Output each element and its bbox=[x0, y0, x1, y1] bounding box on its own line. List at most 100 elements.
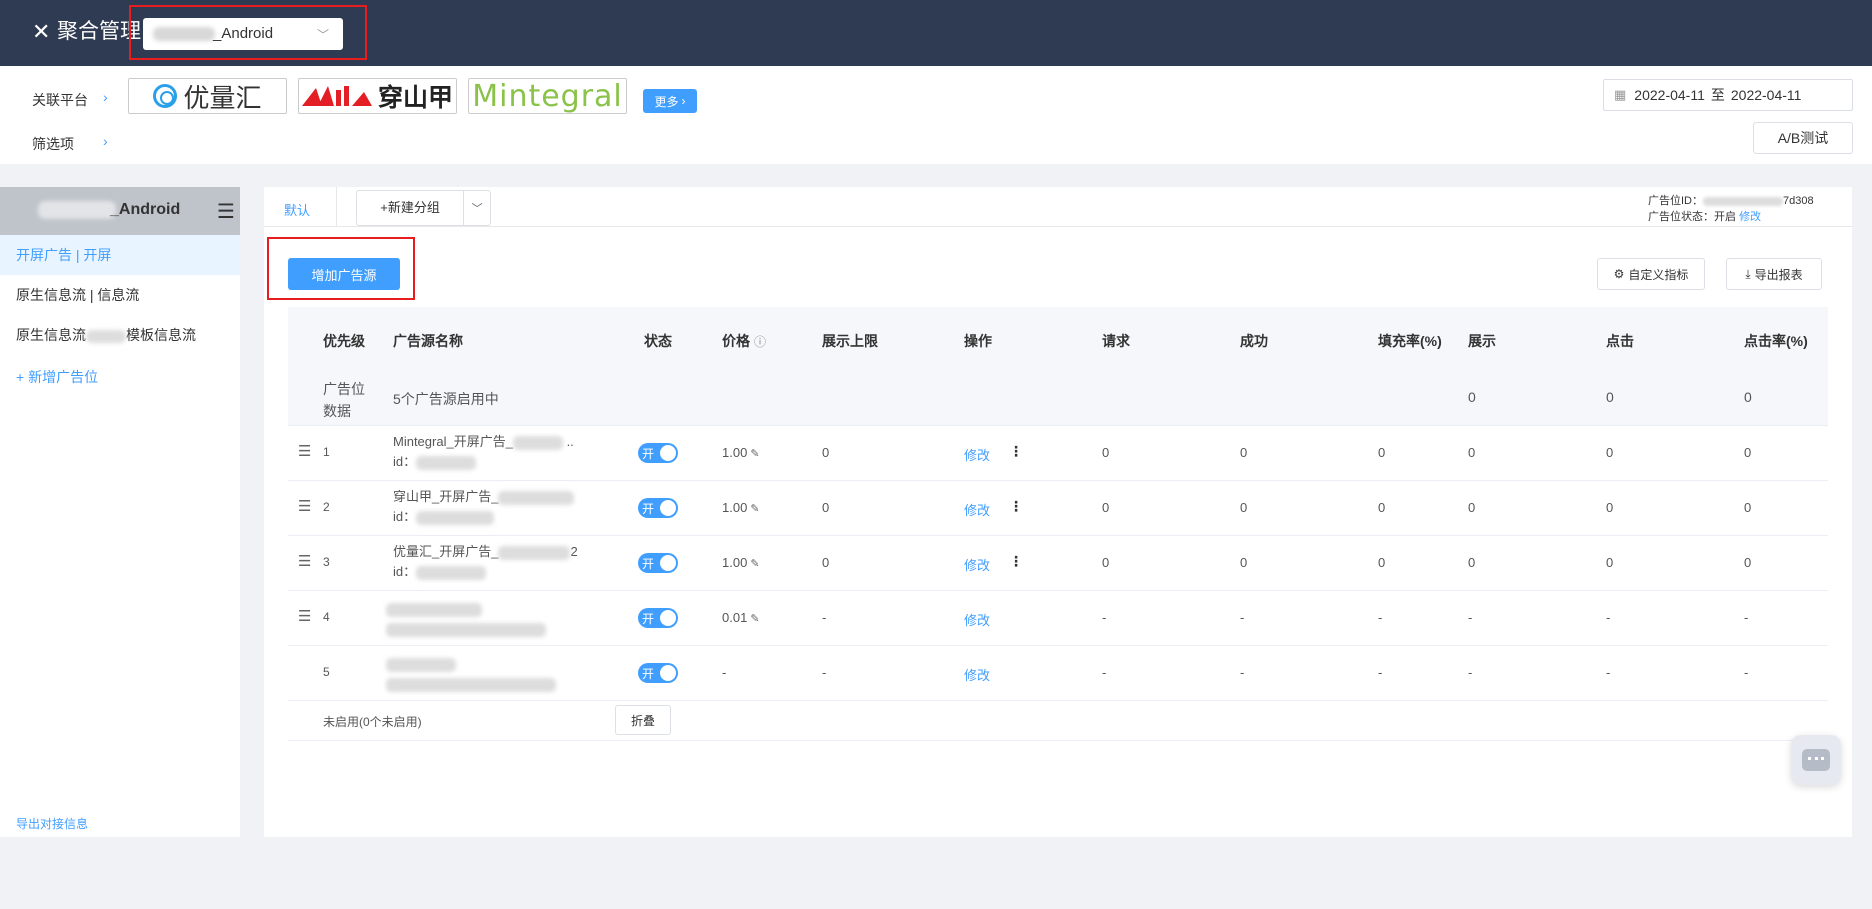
gear-icon: ⚙ bbox=[1613, 267, 1625, 281]
platform-chuanshanjia[interactable]: 穿山甲 bbox=[298, 78, 457, 114]
youlianghui-logo-icon bbox=[153, 84, 178, 108]
col-show: 展示 bbox=[1468, 333, 1496, 349]
edit-link[interactable]: 修改 bbox=[964, 500, 990, 519]
date-range-picker[interactable]: ▦ 2022-04-11 至 2022-04-11 bbox=[1603, 79, 1853, 111]
platform-name: Mintegral bbox=[472, 78, 623, 114]
date-start: 2022-04-11 bbox=[1634, 87, 1705, 103]
col-action: 操作 bbox=[964, 333, 992, 349]
table-row: ☰ 1 Mintegral_开屏广告_ .. id： 开 1.00 ✎ 0 修改 ⋮… bbox=[288, 426, 1828, 481]
col-limit: 展示上限 bbox=[822, 333, 878, 349]
source-name bbox=[386, 599, 546, 639]
slot-status: 开启 bbox=[1714, 211, 1736, 223]
more-vertical-icon[interactable]: ⋮ bbox=[1009, 498, 1023, 515]
summary-desc: 5个广告源启用中 bbox=[393, 391, 499, 407]
chuanshanjia-logo-icon bbox=[301, 86, 372, 106]
status-toggle[interactable]: 开 bbox=[638, 443, 678, 463]
sidebar: _Android ☰ 开屏广告 | 开屏 原生信息流 | 信息流 原生信息流 模板… bbox=[0, 187, 240, 837]
source-name: Mintegral_开屏广告_ .. id： bbox=[393, 434, 574, 470]
highlight-box bbox=[129, 5, 367, 60]
redacted-text bbox=[86, 329, 126, 343]
redacted-text bbox=[1703, 196, 1783, 206]
edit-link[interactable]: 修改 bbox=[964, 445, 990, 464]
col-success: 成功 bbox=[1240, 333, 1268, 349]
export-report-button[interactable]: ⤓ 导出报表 bbox=[1726, 258, 1822, 290]
more-vertical-icon[interactable]: ⋮ bbox=[1009, 443, 1023, 460]
col-click: 点击 bbox=[1606, 333, 1634, 349]
more-platforms-button[interactable]: 更多 › bbox=[643, 89, 697, 113]
summary-label: 广告位 数据 bbox=[323, 381, 365, 419]
col-priority: 优先级 bbox=[323, 333, 365, 349]
sidebar-header: _Android ☰ bbox=[0, 187, 240, 235]
sidebar-item-template-feed[interactable]: 原生信息流 模板信息流 bbox=[0, 315, 240, 355]
status-toggle[interactable]: 开 bbox=[638, 553, 678, 573]
col-request: 请求 bbox=[1102, 333, 1130, 349]
platform-name: 优量汇 bbox=[183, 82, 262, 113]
col-fill-rate: 填充率(%) bbox=[1378, 333, 1442, 349]
main-panel: 默认 +新建分组 ﹀ 广告位ID： 7d308 广告位状态：开启 修改 增加广告源… bbox=[264, 187, 1852, 837]
sidebar-app-name: _Android bbox=[110, 201, 181, 218]
platform-name: 穿山甲 bbox=[377, 84, 453, 112]
col-name: 广告源名称 bbox=[393, 333, 463, 349]
chevron-down-icon[interactable]: ﹀ bbox=[464, 200, 490, 216]
sidebar-item-native-feed[interactable]: 原生信息流 | 信息流 bbox=[0, 275, 240, 315]
status-toggle[interactable]: 开 bbox=[638, 608, 678, 628]
custom-metrics-button[interactable]: ⚙ 自定义指标 bbox=[1597, 258, 1705, 290]
chevron-right-icon: › bbox=[681, 94, 686, 108]
col-ctr: 点击率(%) bbox=[1744, 333, 1808, 349]
redacted-text bbox=[38, 201, 116, 219]
platform-label: 关联平台 bbox=[32, 92, 88, 108]
drag-handle-icon[interactable]: ☰ bbox=[298, 552, 311, 570]
table-row: ☰ 4 开 0.01 ✎ - 修改 - - - - - - bbox=[288, 591, 1828, 646]
menu-icon[interactable]: ☰ bbox=[217, 199, 235, 224]
highlight-box bbox=[267, 237, 415, 300]
download-icon: ⤓ bbox=[1745, 266, 1751, 281]
chat-button[interactable] bbox=[1791, 735, 1841, 785]
ab-test-button[interactable]: A/B测试 bbox=[1753, 122, 1853, 154]
chat-icon bbox=[1802, 749, 1830, 771]
summary-row: 广告位 数据 5个广告源启用中 0 0 0 bbox=[288, 370, 1828, 426]
disabled-row: 未启用(0个未启用) 折叠 bbox=[288, 701, 1828, 741]
edit-link[interactable]: 修改 bbox=[964, 665, 990, 684]
options-label: 筛选项 bbox=[32, 136, 74, 152]
edit-icon[interactable]: ✎ bbox=[750, 558, 759, 570]
date-end: 2022-04-11 bbox=[1730, 87, 1802, 103]
source-name: 优量汇_开屏广告_ 2 id： bbox=[393, 544, 578, 580]
edit-link[interactable]: 修改 bbox=[964, 555, 990, 574]
collapse-button[interactable]: 折叠 bbox=[615, 705, 671, 735]
tab-default[interactable]: 默认 bbox=[284, 200, 310, 219]
source-name: 穿山甲_开屏广告_ id： bbox=[393, 487, 575, 527]
col-status: 状态 bbox=[644, 333, 672, 349]
slot-info: 广告位ID： 7d308 广告位状态：开启 修改 bbox=[1648, 195, 1814, 223]
platform-youlianghui[interactable]: 优量汇 bbox=[128, 78, 287, 114]
chevron-right-icon[interactable]: › bbox=[103, 89, 108, 105]
date-separator: 至 bbox=[1710, 87, 1725, 103]
slot-edit-link[interactable]: 修改 bbox=[1739, 211, 1761, 223]
new-group-button[interactable]: +新建分组 ﹀ bbox=[356, 190, 491, 226]
group-tabs: 默认 +新建分组 ﹀ 广告位ID： 7d308 广告位状态：开启 修改 bbox=[264, 187, 1852, 227]
status-toggle[interactable]: 开 bbox=[638, 663, 678, 683]
chevron-right-icon[interactable]: › bbox=[103, 133, 108, 149]
edit-icon[interactable]: ✎ bbox=[750, 448, 759, 460]
edit-icon[interactable]: ✎ bbox=[750, 503, 759, 515]
export-info-link[interactable]: 导出对接信息 bbox=[16, 815, 88, 832]
table-row: ☰ 3 优量汇_开屏广告_ 2 id： 开 1.00 ✎ 0 修改 ⋮ 0 0 0 0… bbox=[288, 536, 1828, 591]
table-header: 优先级 广告源名称 状态 价格 ⓘ 展示上限 操作 请求 成功 填充率(%) 展示… bbox=[288, 307, 1828, 370]
close-icon[interactable]: ✕ bbox=[32, 20, 50, 44]
disabled-label: 未启用(0个未启用) bbox=[323, 715, 422, 729]
calendar-icon: ▦ bbox=[1614, 87, 1627, 102]
edit-link[interactable]: 修改 bbox=[964, 610, 990, 629]
table-row: ☰ 2 穿山甲_开屏广告_ id： 开 1.00 ✎ 0 修改 ⋮ 0 0 0 0 … bbox=[288, 481, 1828, 536]
drag-handle-icon[interactable]: ☰ bbox=[298, 497, 311, 515]
add-slot-link[interactable]: + 新增广告位 bbox=[16, 367, 98, 387]
more-vertical-icon[interactable]: ⋮ bbox=[1009, 553, 1023, 570]
drag-handle-icon[interactable]: ☰ bbox=[298, 442, 311, 460]
info-icon[interactable]: ⓘ bbox=[754, 335, 766, 349]
col-price: 价格 ⓘ bbox=[722, 333, 767, 349]
edit-icon[interactable]: ✎ bbox=[750, 613, 759, 625]
drag-handle-icon[interactable]: ☰ bbox=[298, 607, 311, 625]
status-toggle[interactable]: 开 bbox=[638, 498, 678, 518]
platform-mintegral[interactable]: Mintegral bbox=[468, 78, 627, 114]
table-row: 5 开 - - 修改 - - - - - - bbox=[288, 646, 1828, 701]
sidebar-item-splash[interactable]: 开屏广告 | 开屏 bbox=[0, 235, 240, 275]
source-name bbox=[386, 654, 556, 694]
